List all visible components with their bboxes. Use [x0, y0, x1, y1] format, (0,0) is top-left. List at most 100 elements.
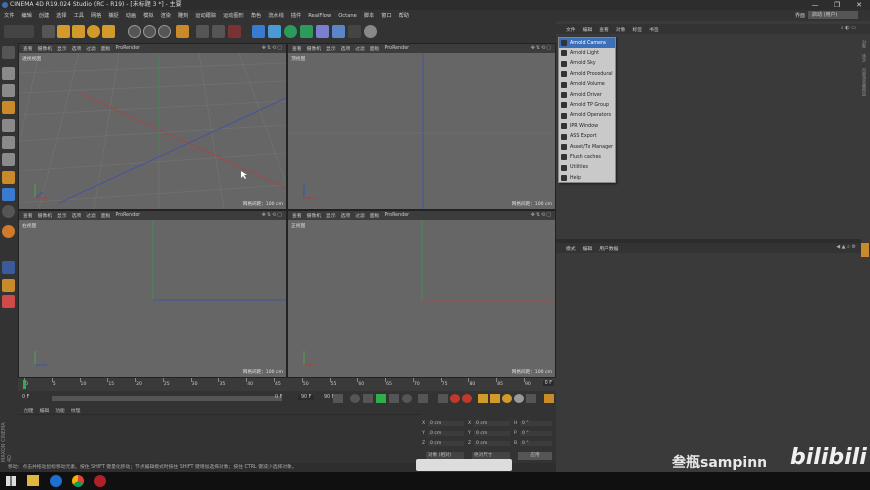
menu-script[interactable]: 脚本	[364, 12, 374, 19]
vp4-menu-prorender[interactable]: ProRender	[384, 213, 409, 218]
position-z-field[interactable]: 0 cm	[428, 440, 464, 446]
viewport-perspective[interactable]: 查看 摄像机 显示 选项 过滤 面板 ProRender ✥⇅⟲▢ 透视视图 网…	[18, 43, 287, 210]
om-menu-bookmarks[interactable]: 书签	[649, 26, 659, 33]
vp3-menu-camera[interactable]: 摄像机	[38, 212, 52, 219]
autokey-icon[interactable]	[462, 394, 472, 403]
key-scale-icon[interactable]	[490, 394, 500, 403]
search-icon[interactable]: ⌕ ◐ ▭	[841, 25, 856, 31]
apply-button[interactable]: 应用	[518, 452, 552, 460]
plugin-icon-1[interactable]	[2, 279, 15, 292]
start-frame-field[interactable]: 0 F	[22, 395, 29, 400]
am-menu-user-data[interactable]: 用户数据	[599, 245, 618, 252]
axis-mode-icon[interactable]	[2, 171, 15, 184]
menu-simulate[interactable]: 模拟	[143, 12, 153, 19]
menu-edit[interactable]: 编辑	[21, 12, 31, 19]
viewport-nav-icons[interactable]: ✥⇅⟲▢	[531, 212, 552, 218]
material-menu-edit[interactable]: 编辑	[40, 407, 50, 414]
menu-item-arnold-tp-group[interactable]: Arnold TP Group	[559, 100, 615, 110]
menu-item-arnold-driver[interactable]: Arnold Driver	[559, 90, 615, 100]
om-menu-edit[interactable]: 编辑	[583, 26, 593, 33]
viewport-top[interactable]: 查看 摄像机 显示 选项 过滤 面板 ProRender ✥⇅⟲▢ 顶视图 网格…	[287, 43, 556, 210]
select-arrow-icon[interactable]	[42, 25, 55, 38]
key-point-level-icon[interactable]	[526, 394, 536, 403]
deformer-icon[interactable]	[316, 25, 329, 38]
menu-item-arnold-volume[interactable]: Arnold Volume	[559, 80, 615, 90]
menu-create[interactable]: 创建	[39, 12, 49, 19]
render-settings-icon[interactable]	[228, 25, 241, 38]
side-tab-objects[interactable]: 对象	[861, 40, 867, 54]
attribute-nav-icons[interactable]: ◀ ▲ ⌕ ⚙	[836, 244, 856, 250]
menu-help[interactable]: 帮助	[399, 12, 409, 19]
menu-item-asset-tx-manager[interactable]: Asset/Tx Manager	[559, 142, 615, 152]
vp3-menu-options[interactable]: 选项	[72, 212, 82, 219]
menu-item-arnold-procedural[interactable]: Arnold Procedural	[559, 69, 615, 79]
pen-spline-icon[interactable]	[268, 25, 281, 38]
om-menu-tags[interactable]: 标签	[632, 26, 642, 33]
next-key-icon[interactable]	[402, 394, 412, 403]
vp3-menu-filter[interactable]: 过滤	[86, 212, 96, 219]
side-tab-content-browser[interactable]: 内容浏览器	[861, 68, 867, 88]
menu-render[interactable]: 渲染	[161, 12, 171, 19]
menu-plugins[interactable]: 插件	[291, 12, 301, 19]
om-menu-object[interactable]: 对象	[616, 26, 626, 33]
vp1-menu-panel[interactable]: 面板	[101, 45, 111, 52]
subdivision-surface-icon[interactable]	[284, 25, 297, 38]
cloner-icon[interactable]	[300, 25, 313, 38]
previous-key-icon[interactable]	[350, 394, 360, 403]
menu-item-help[interactable]: Help	[559, 173, 615, 183]
current-frame-field[interactable]: 0 F	[275, 395, 282, 400]
side-tab-structure[interactable]: 构造	[861, 88, 867, 100]
rotation-b-field[interactable]: 0 °	[520, 440, 552, 446]
menu-item-ass-export[interactable]: ASS Export	[559, 132, 615, 142]
polygons-mode-icon[interactable]	[2, 153, 15, 166]
move-icon[interactable]	[57, 25, 70, 38]
file-explorer-icon[interactable]	[27, 475, 39, 486]
vp4-menu-view[interactable]: 查看	[292, 212, 302, 219]
attribute-tab-icon[interactable]	[861, 243, 869, 257]
maximize-button[interactable]: ❐	[826, 0, 848, 10]
vp1-menu-camera[interactable]: 摄像机	[38, 45, 52, 52]
vp2-menu-panel[interactable]: 面板	[370, 45, 380, 52]
play-icon[interactable]	[376, 394, 386, 403]
keyframe-selection-icon[interactable]	[438, 394, 448, 403]
viewport-front[interactable]: 查看 摄像机 显示 选项 过滤 面板 ProRender ✥⇅⟲▢ 正视图 网格…	[287, 210, 556, 378]
key-rotation-icon[interactable]	[502, 394, 512, 403]
scale-icon[interactable]	[72, 25, 85, 38]
key-parameter-icon[interactable]	[514, 394, 524, 403]
menu-item-arnold-operators[interactable]: Arnold Operators	[559, 111, 615, 121]
key-position-icon[interactable]	[478, 394, 488, 403]
vp3-menu-display[interactable]: 显示	[57, 212, 67, 219]
chrome-icon[interactable]	[72, 475, 84, 487]
live-select-icon[interactable]	[102, 25, 115, 38]
timeline-window-icon[interactable]	[544, 394, 554, 403]
menu-tools[interactable]: 工具	[74, 12, 84, 19]
workplane-icon[interactable]	[2, 101, 15, 114]
model-mode-icon[interactable]	[2, 67, 15, 80]
render-view-icon[interactable]	[196, 25, 209, 38]
material-menu-function[interactable]: 功能	[55, 407, 65, 414]
size-z-field[interactable]: 0 cm	[474, 440, 510, 446]
vp3-menu-prorender[interactable]: ProRender	[115, 213, 140, 218]
vp4-menu-camera[interactable]: 摄像机	[307, 212, 321, 219]
floor-scene-icon[interactable]	[332, 25, 345, 38]
menu-sculpt[interactable]: 雕刻	[178, 12, 188, 19]
camera-icon[interactable]	[348, 25, 361, 38]
render-picture-viewer-icon[interactable]	[212, 25, 225, 38]
menu-pipeline[interactable]: 流水线	[268, 12, 284, 19]
z-axis-lock-icon[interactable]	[158, 25, 171, 38]
frame-range-slider[interactable]	[52, 396, 282, 401]
menu-mesh[interactable]: 网格	[91, 12, 101, 19]
menu-item-arnold-light[interactable]: Arnold Light	[559, 48, 615, 58]
viewport-nav-icons[interactable]: ✥⇅⟲▢	[262, 45, 283, 51]
vp4-menu-options[interactable]: 选项	[341, 212, 351, 219]
ime-toolbar[interactable]	[416, 459, 512, 471]
coordinate-system-icon[interactable]	[176, 25, 189, 38]
next-frame-icon[interactable]	[389, 394, 399, 403]
menu-item-flush-caches[interactable]: Flush caches	[559, 152, 615, 162]
go-to-start-icon[interactable]	[333, 394, 343, 403]
browser-icon[interactable]	[50, 475, 62, 487]
menu-motion-tracking[interactable]: 运动跟踪	[195, 12, 216, 19]
rotation-h-field[interactable]: 0 °	[520, 420, 552, 426]
close-button[interactable]: ✕	[848, 0, 870, 10]
texture-mode-icon[interactable]	[2, 84, 15, 97]
